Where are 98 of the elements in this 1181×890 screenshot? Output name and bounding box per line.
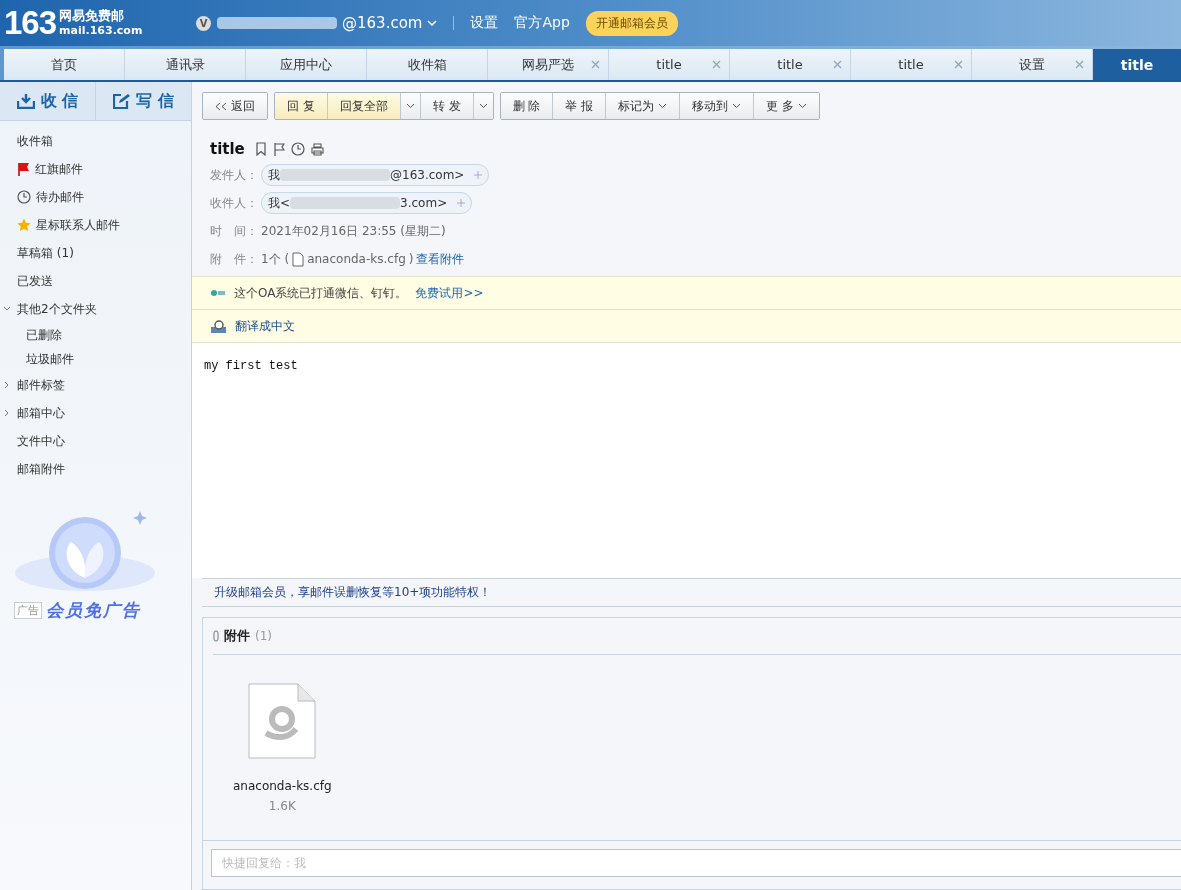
- toolbar-button[interactable]: 转 发: [420, 93, 474, 119]
- caret-icon: [798, 103, 808, 109]
- folder-item[interactable]: 草稿箱 (1): [0, 239, 74, 267]
- folder-item[interactable]: 邮箱附件: [0, 455, 65, 483]
- chevron-icon[interactable]: [3, 381, 11, 389]
- flag-icon: [17, 162, 30, 176]
- tab[interactable]: title: [851, 49, 972, 80]
- book-magnifier-icon: [210, 318, 227, 334]
- upgrade-banner[interactable]: 升级邮箱会员，享邮件误删恢复等10+项功能特权！: [202, 578, 1181, 607]
- ad-tag: 广告: [14, 602, 42, 619]
- caret-icon: [427, 19, 438, 27]
- file-icon: [292, 251, 305, 267]
- field-label: 收件人：: [210, 194, 258, 212]
- caret-icon: [658, 103, 668, 109]
- double-chevron-icon: [215, 101, 227, 111]
- toolbar-button[interactable]: 回复全部: [327, 93, 401, 119]
- mail-title: title: [210, 140, 245, 158]
- bookmark-icon[interactable]: [254, 142, 267, 156]
- caret-icon: [405, 103, 415, 109]
- download-icon: [16, 93, 35, 109]
- toolbar-button[interactable]: 删 除: [500, 93, 554, 119]
- chevron-icon[interactable]: [3, 409, 11, 417]
- close-icon[interactable]: [1075, 60, 1084, 69]
- contact-chip[interactable]: 我 @163.com>: [261, 164, 490, 186]
- tab[interactable]: 设置: [972, 49, 1093, 80]
- tab[interactable]: title: [1093, 49, 1181, 80]
- tab[interactable]: 通讯录: [125, 49, 246, 80]
- account-menu[interactable]: @163.com: [217, 14, 438, 32]
- bracket-text: ): [408, 252, 414, 266]
- free-trial-link[interactable]: 免费试用>>: [415, 284, 484, 302]
- toolbar-button[interactable]: 返回: [203, 93, 267, 119]
- compose-button[interactable]: 写 信: [96, 82, 191, 120]
- folder-item[interactable]: 垃圾邮件: [0, 347, 74, 371]
- attachment-count: 1个 (: [261, 250, 290, 268]
- flag-icon[interactable]: [272, 142, 285, 156]
- print-icon[interactable]: [310, 142, 324, 156]
- caret-icon: [732, 103, 742, 109]
- promo-text: 这个OA系统已打通微信、钉钉。: [234, 284, 408, 302]
- vip-button[interactable]: 开通邮箱会员: [585, 10, 678, 36]
- plus-icon[interactable]: [457, 199, 466, 207]
- folder-item[interactable]: 星标联系人邮件: [0, 211, 120, 239]
- attachment-name: anaconda-ks.cfg: [307, 252, 406, 266]
- folder-item[interactable]: 收件箱: [0, 127, 53, 155]
- folder-item[interactable]: 邮件标签: [0, 371, 65, 399]
- close-icon[interactable]: [833, 60, 842, 69]
- toolbar-button[interactable]: 移动到: [680, 93, 755, 119]
- tab[interactable]: title: [609, 49, 730, 80]
- close-icon[interactable]: [712, 60, 721, 69]
- header-link[interactable]: 设置: [470, 14, 499, 32]
- logo-domain: mail.163.com: [59, 23, 143, 38]
- vip-badge: V: [196, 15, 211, 31]
- folder-item[interactable]: 已发送: [0, 267, 53, 295]
- file-name: anaconda-ks.cfg: [233, 779, 332, 793]
- tab[interactable]: 首页: [4, 49, 125, 80]
- folder-item[interactable]: 文件中心: [0, 427, 65, 455]
- app-logo-icon: [210, 288, 226, 298]
- plus-icon[interactable]: [474, 171, 483, 179]
- attachment-count: (1): [255, 629, 272, 643]
- translate-link[interactable]: 翻译成中文: [235, 317, 295, 335]
- logo-number: 163: [4, 4, 57, 42]
- sent-time: 2021年02月16日 23:55 (星期二): [261, 222, 446, 240]
- tab[interactable]: 收件箱: [367, 49, 488, 80]
- field-label: 发件人：: [210, 166, 258, 184]
- toolbar-button[interactable]: 更 多: [754, 93, 820, 119]
- caret-icon: [478, 103, 488, 109]
- star-icon: [17, 218, 31, 232]
- folder-item[interactable]: 其他2个文件夹: [0, 295, 97, 323]
- field-label: 时 间：: [210, 222, 258, 240]
- ad-slogan: 会员免广告: [46, 599, 141, 622]
- tab[interactable]: title: [730, 49, 851, 80]
- toolbar-button[interactable]: 举 报: [553, 93, 607, 119]
- quick-reply-field[interactable]: 快捷回复给：我: [211, 849, 1181, 877]
- field-label: 附 件：: [210, 250, 258, 268]
- chevron-icon[interactable]: [3, 305, 11, 313]
- folder-item[interactable]: 已删除: [0, 323, 62, 347]
- close-icon[interactable]: [954, 60, 963, 69]
- clock-icon[interactable]: [290, 142, 305, 156]
- toolbar-button[interactable]: 标记为: [606, 93, 681, 119]
- file-icon[interactable]: [248, 683, 317, 759]
- contact-chip[interactable]: 我< 3.com>: [261, 192, 473, 214]
- logo-name: 网易免费邮: [59, 8, 126, 23]
- tab[interactable]: 应用中心: [246, 49, 367, 80]
- folder-item[interactable]: 邮箱中心: [0, 399, 65, 427]
- receive-button[interactable]: 收 信: [0, 82, 96, 120]
- toolbar-button[interactable]: 回 复: [275, 93, 328, 119]
- mail-body: my first test: [204, 359, 298, 373]
- header-link[interactable]: 官方App: [514, 14, 570, 32]
- folder-item[interactable]: 红旗邮件: [0, 155, 83, 183]
- view-attachments-link[interactable]: 查看附件: [416, 250, 465, 268]
- file-size: 1.6K: [268, 799, 296, 813]
- edit-icon: [113, 93, 131, 109]
- paperclip-icon: [213, 630, 219, 642]
- dropdown-button[interactable]: [400, 93, 421, 119]
- section-title: 附件: [224, 627, 250, 645]
- clock-icon: [17, 190, 31, 204]
- folder-item[interactable]: 待办邮件: [0, 183, 84, 211]
- tab[interactable]: 网易严选: [488, 49, 609, 80]
- close-icon[interactable]: [591, 60, 600, 69]
